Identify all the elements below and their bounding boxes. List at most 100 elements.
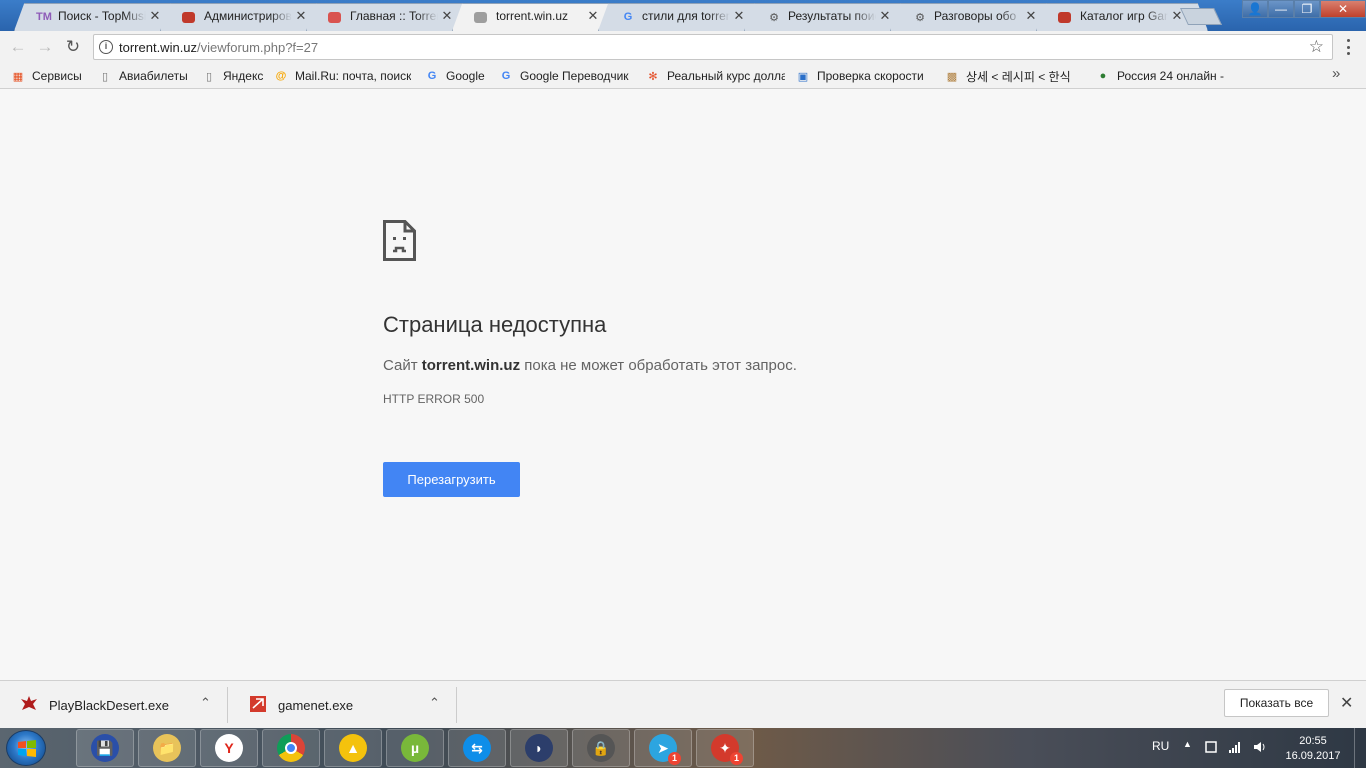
speedtest-icon: ▣ bbox=[797, 70, 809, 83]
bookmark-item[interactable]: @ Mail.Ru: почта, поиск bbox=[273, 67, 412, 85]
tab-favicon-icon: ⚙ bbox=[915, 11, 925, 24]
taskbar-app-teamspeak[interactable]: ◗ bbox=[510, 729, 568, 767]
taskbar-app-vpn[interactable]: 🔒 bbox=[572, 729, 630, 767]
forward-button[interactable]: → bbox=[36, 38, 54, 56]
close-shelf-icon[interactable]: ✕ bbox=[1340, 693, 1353, 713]
browser-menu-icon[interactable] bbox=[1344, 39, 1352, 55]
error-desc-prefix: Сайт bbox=[383, 357, 418, 374]
taskbar-app-yandex-browser[interactable]: Y bbox=[200, 729, 258, 767]
download-item[interactable]: PlayBlackDesert.exe ⌃ bbox=[0, 687, 228, 723]
tab-title: Главная :: Torrent bbox=[350, 9, 438, 23]
download-item[interactable]: gamenet.exe ⌃ bbox=[229, 687, 457, 723]
tab-title: Каталог игр GameNet bbox=[1080, 9, 1168, 23]
download-filename: gamenet.exe bbox=[278, 698, 354, 713]
taskbar-app-mediaget[interactable]: ▲ bbox=[324, 729, 382, 767]
bookmark-item[interactable]: ● Россия 24 онлайн - ТВ bbox=[1095, 67, 1225, 85]
system-clock[interactable]: 20:55 16.09.2017 bbox=[1283, 734, 1343, 764]
show-all-downloads-button[interactable]: Показать все bbox=[1224, 689, 1329, 717]
chrome-icon bbox=[277, 734, 305, 762]
taskbar-app-chrome[interactable] bbox=[262, 729, 320, 767]
notification-badge: 1 bbox=[668, 752, 681, 765]
bookmark-label: 상세 < 레시피 < 한식 bbox=[966, 69, 1071, 84]
bookmark-item[interactable]: G Google bbox=[424, 67, 485, 85]
minimize-button[interactable]: — bbox=[1268, 0, 1294, 18]
more-bookmarks-chevron-icon[interactable]: » bbox=[1332, 65, 1340, 82]
reload-button[interactable]: ↻ bbox=[64, 38, 82, 56]
translate-icon: G bbox=[501, 70, 511, 82]
maximize-button[interactable]: ❐ bbox=[1294, 0, 1320, 18]
site-info-icon[interactable]: i bbox=[99, 40, 113, 54]
error-title: Страница недоступна bbox=[383, 312, 607, 337]
sad-page-icon bbox=[383, 220, 416, 261]
page-icon: ▯ bbox=[101, 70, 109, 83]
bookmark-star-icon[interactable]: ☆ bbox=[1309, 37, 1324, 57]
globe-icon: ● bbox=[1099, 70, 1107, 82]
google-icon: G bbox=[427, 70, 437, 82]
taskbar-app-telegram[interactable]: ➤ 1 bbox=[634, 729, 692, 767]
grid-icon: ▩ bbox=[946, 70, 958, 83]
tab-favicon-icon bbox=[328, 12, 341, 23]
bookmark-item[interactable]: G Google Переводчик bbox=[498, 67, 629, 85]
show-desktop-button[interactable] bbox=[1354, 728, 1366, 768]
address-bar[interactable]: i torrent.win.uz/viewforum.php?f=27 ☆ bbox=[93, 34, 1333, 60]
taskbar-app-teamviewer[interactable]: ⇆ bbox=[448, 729, 506, 767]
utorrent-icon: µ bbox=[401, 734, 429, 762]
back-button[interactable]: ← bbox=[9, 38, 27, 56]
new-tab-button[interactable] bbox=[1180, 8, 1222, 25]
tab-favicon-icon: G bbox=[623, 11, 633, 23]
gamenet-taskbar-icon: ✦ 1 bbox=[711, 734, 743, 765]
url-text[interactable]: torrent.win.uz/viewforum.php?f=27 bbox=[119, 40, 318, 55]
windows-taskbar: 💾 📁 Y ▲ µ ⇆ ◗ 🔒 ➤ 1 ✦ 1 RU ▲ 20:55 16.09.2017 bbox=[0, 728, 1366, 768]
yandex-browser-icon: Y bbox=[215, 734, 243, 762]
device-icon[interactable] bbox=[1204, 740, 1218, 754]
taskbar-app-explorer[interactable]: 📁 bbox=[138, 729, 196, 767]
taskbar-app-gamenet-taskbar[interactable]: ✦ 1 bbox=[696, 729, 754, 767]
start-button[interactable] bbox=[6, 730, 46, 766]
tab-title: Поиск - TopMusic bbox=[58, 9, 146, 23]
mediaget-icon: ▲ bbox=[339, 734, 367, 762]
bookmark-label: Яндекс bbox=[223, 69, 264, 83]
tab-title: стили для torrent bbox=[642, 9, 730, 23]
bookmark-item[interactable]: ▯ Яндекс bbox=[201, 67, 263, 85]
bookmark-item[interactable]: ✻ Реальный курс доллара bbox=[645, 67, 785, 85]
tab-title: Результаты поиска bbox=[788, 9, 876, 23]
tab-favicon-icon: ⚙ bbox=[769, 11, 779, 24]
network-signal-icon[interactable] bbox=[1228, 740, 1242, 754]
explorer-icon: 📁 bbox=[153, 734, 181, 762]
bookmark-label: Авиабилеты bbox=[119, 69, 188, 83]
notification-badge: 1 bbox=[730, 752, 743, 765]
language-indicator[interactable]: RU bbox=[1152, 739, 1169, 768]
error-desc-host: torrent.win.uz bbox=[421, 357, 521, 374]
error-description: Сайт torrent.win.uz пока не может обрабо… bbox=[383, 357, 797, 374]
apps-grid-icon: ▦ bbox=[12, 70, 24, 83]
chevron-up-icon[interactable]: ⌃ bbox=[429, 695, 440, 711]
reload-page-button[interactable]: Перезагрузить bbox=[383, 462, 520, 497]
close-window-button[interactable]: ✕ bbox=[1320, 0, 1366, 18]
bookmark-label: Сервисы bbox=[32, 69, 82, 83]
tab-favicon-icon bbox=[474, 12, 487, 23]
bookmark-item[interactable]: ▦ Сервисы bbox=[10, 67, 82, 85]
chevron-up-icon[interactable]: ⌃ bbox=[200, 695, 211, 711]
teamspeak-icon: ◗ bbox=[525, 734, 553, 762]
teamviewer-icon: ⇆ bbox=[463, 734, 491, 762]
taskbar-app-utorrent[interactable]: µ bbox=[386, 729, 444, 767]
bookmark-label: Mail.Ru: почта, поиск bbox=[295, 69, 412, 83]
show-hidden-icons-icon[interactable]: ▲ bbox=[1183, 739, 1192, 768]
error-desc-suffix: пока не может обработать этот запрос. bbox=[524, 357, 797, 374]
save-icon: 💾 bbox=[91, 734, 119, 762]
bookmark-label: Проверка скорости bbox=[817, 69, 924, 83]
tab-title: torrent.win.uz bbox=[496, 9, 569, 23]
bookmark-item[interactable]: ▩ 상세 < 레시피 < 한식 bbox=[944, 67, 1071, 85]
url-host: torrent.win.uz bbox=[119, 40, 198, 55]
telegram-icon: ➤ 1 bbox=[649, 734, 681, 765]
error-code: HTTP ERROR 500 bbox=[383, 392, 485, 406]
bookmarks-bar: ▦ Сервисы ▯ Авиабилеты ▯ Яндекс @ Mail.Ru: почт… bbox=[0, 63, 1366, 89]
taskbar-app-save[interactable]: 💾 bbox=[76, 729, 134, 767]
bookmark-item[interactable]: ▯ Авиабилеты bbox=[97, 67, 188, 85]
volume-icon[interactable] bbox=[1253, 740, 1267, 754]
clock-time: 20:55 bbox=[1299, 735, 1327, 747]
page-content: Страница недоступна Сайт torrent.win.uz … bbox=[0, 90, 1366, 680]
clock-date: 16.09.2017 bbox=[1285, 750, 1341, 762]
profile-button[interactable]: 👤 bbox=[1242, 0, 1268, 18]
bookmark-item[interactable]: ▣ Проверка скорости bbox=[795, 67, 924, 85]
